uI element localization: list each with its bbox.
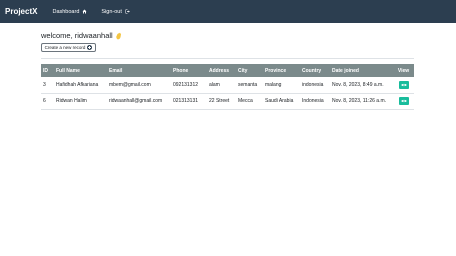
plus-circle-icon: [87, 45, 93, 50]
cell-country: indonesia: [302, 81, 324, 88]
cell-phone: 092131312: [173, 81, 199, 88]
cell-province: malang: [265, 81, 282, 88]
header-city: City: [238, 67, 248, 74]
header-phone: Phone: [173, 67, 189, 74]
cell-province: Saudi Arabia: [265, 98, 294, 104]
nav-dashboard-link[interactable]: Dashboard: [52, 9, 87, 15]
divider: [41, 58, 414, 59]
cell-full-name: Ridwan Halim: [56, 98, 87, 104]
table-row: 3 Hafidhah Afkariana mbem@gmail.com 0921…: [41, 77, 414, 93]
header-country: Country: [302, 67, 322, 74]
view-record-button[interactable]: [398, 97, 409, 105]
nav-signout-link[interactable]: Sign-out: [101, 9, 130, 15]
cell-view: [393, 77, 414, 93]
header-address: Address: [209, 67, 230, 74]
cell-city: Mecca: [238, 98, 253, 104]
table-row: 6 Ridwan Halim ridwaanhall@gmail.com 021…: [41, 93, 414, 109]
cell-email: ridwaanhall@gmail.com: [109, 98, 163, 104]
view-record-button[interactable]: [398, 80, 409, 89]
table-header-row: ID Full Name Email Phone Address City Pr…: [41, 64, 414, 77]
header-date-joined: Date joined: [332, 67, 359, 74]
cell-email: mbem@gmail.com: [109, 81, 151, 88]
welcome-heading: welcome, ridwaanhall: [41, 31, 123, 40]
cell-id: 6: [43, 98, 46, 104]
cell-country: Indonesia: [302, 98, 324, 104]
cell-full-name: Hafidhah Afkariana: [56, 81, 99, 88]
nav-dashboard-label: Dashboard: [52, 8, 80, 15]
cell-date-joined: Nov. 8, 2023, 11:26 a.m.: [332, 98, 387, 104]
cell-view: [393, 93, 414, 109]
create-record-label: Create a new record: [44, 45, 86, 50]
cell-address: 22 Street: [209, 98, 230, 104]
nav-signout-label: Sign-out: [101, 8, 122, 15]
cell-city: semanta: [238, 81, 258, 88]
cell-phone: 021313131: [173, 98, 199, 104]
header-view: View: [397, 67, 410, 74]
waving-hand-icon: [116, 32, 121, 39]
home-icon: [82, 9, 87, 14]
welcome-text: welcome, ridwaanhall: [41, 31, 113, 40]
top-navbar: ProjectX Dashboard Sign-out: [0, 0, 456, 23]
header-id: ID: [43, 67, 48, 74]
records-table: ID Full Name Email Phone Address City Pr…: [41, 64, 414, 110]
cell-address: alam: [209, 81, 220, 88]
cell-id: 3: [43, 81, 46, 88]
header-full-name: Full Name: [56, 67, 80, 74]
header-email: Email: [109, 67, 123, 74]
sign-out-icon: [125, 9, 130, 14]
create-record-button[interactable]: Create a new record: [41, 43, 96, 52]
eye-icon: [400, 83, 407, 86]
brand-logo-text[interactable]: ProjectX: [5, 7, 37, 16]
header-province: Province: [265, 67, 287, 74]
eye-icon: [400, 99, 407, 103]
cell-date-joined: Nov. 8, 2023, 8:49 a.m.: [332, 81, 384, 88]
